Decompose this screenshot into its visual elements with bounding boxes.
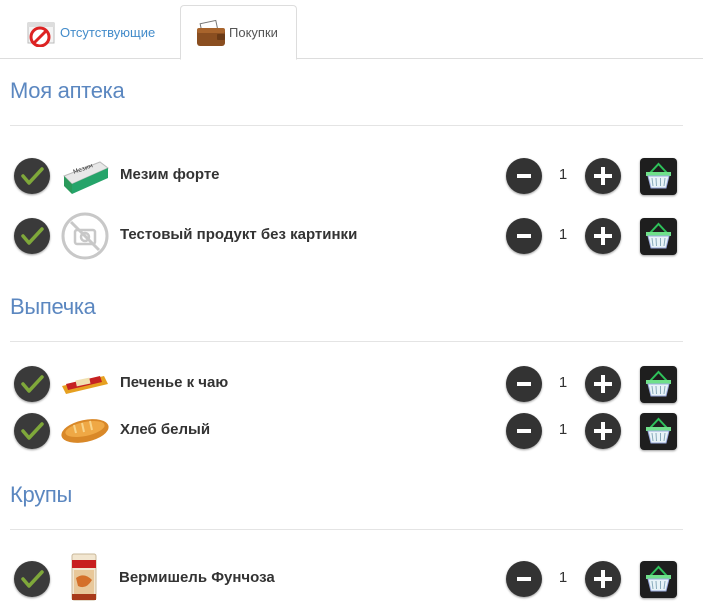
wallet-icon	[195, 18, 227, 48]
basket-button[interactable]	[640, 158, 677, 195]
basket-button[interactable]	[640, 366, 677, 403]
increase-button[interactable]	[585, 218, 621, 254]
decrease-button[interactable]	[506, 561, 542, 597]
product-image	[60, 362, 110, 406]
section-divider	[10, 125, 683, 126]
increase-button[interactable]	[585, 413, 621, 449]
section-title: Моя аптека	[10, 78, 125, 103]
decrease-button[interactable]	[506, 158, 542, 194]
check-button[interactable]	[14, 158, 50, 194]
increase-button[interactable]	[585, 158, 621, 194]
check-button[interactable]	[14, 366, 50, 402]
check-button[interactable]	[14, 413, 50, 449]
list-item: Хлеб белый 1	[0, 409, 703, 453]
product-name: Вермишель Фунчоза	[119, 569, 275, 586]
quantity-value: 1	[558, 569, 568, 586]
decrease-button[interactable]	[506, 218, 542, 254]
tab-absent[interactable]: Отсутствующие	[10, 5, 170, 59]
no-photo-icon	[60, 212, 110, 260]
quantity-value: 1	[558, 421, 568, 438]
list-item: Мезим Мезим форте 1	[0, 154, 703, 198]
tab-absent-label: Отсутствующие	[60, 24, 156, 40]
section-title: Крупы	[10, 482, 73, 507]
quantity-value: 1	[558, 166, 568, 183]
check-button[interactable]	[14, 218, 50, 254]
tab-purchases[interactable]: Покупки	[180, 5, 297, 60]
product-name: Хлеб белый	[120, 421, 211, 438]
product-image	[60, 553, 110, 601]
product-name: Тестовый продукт без картинки	[120, 226, 358, 243]
tab-purchases-label: Покупки	[229, 25, 278, 40]
basket-button[interactable]	[640, 413, 677, 450]
list-item: Печенье к чаю 1	[0, 362, 703, 406]
quantity-value: 1	[558, 374, 568, 391]
decrease-button[interactable]	[506, 366, 542, 402]
basket-button[interactable]	[640, 561, 677, 598]
list-item: Вермишель Фунчоза 1	[0, 553, 703, 601]
section-divider	[10, 341, 683, 342]
absent-icon	[26, 17, 58, 48]
increase-button[interactable]	[585, 561, 621, 597]
product-name: Печенье к чаю	[120, 374, 229, 391]
section-title: Выпечка	[10, 294, 96, 319]
product-image: Мезим	[60, 154, 110, 198]
product-name: Мезим форте	[120, 166, 220, 183]
quantity-value: 1	[558, 226, 568, 243]
tab-bar: Отсутствующие Покупки	[0, 0, 703, 60]
section-divider	[10, 529, 683, 530]
decrease-button[interactable]	[506, 413, 542, 449]
increase-button[interactable]	[585, 366, 621, 402]
check-button[interactable]	[14, 561, 50, 597]
basket-button[interactable]	[640, 218, 677, 255]
list-item: Тестовый продукт без картинки 1	[0, 212, 703, 260]
product-image	[60, 409, 110, 453]
